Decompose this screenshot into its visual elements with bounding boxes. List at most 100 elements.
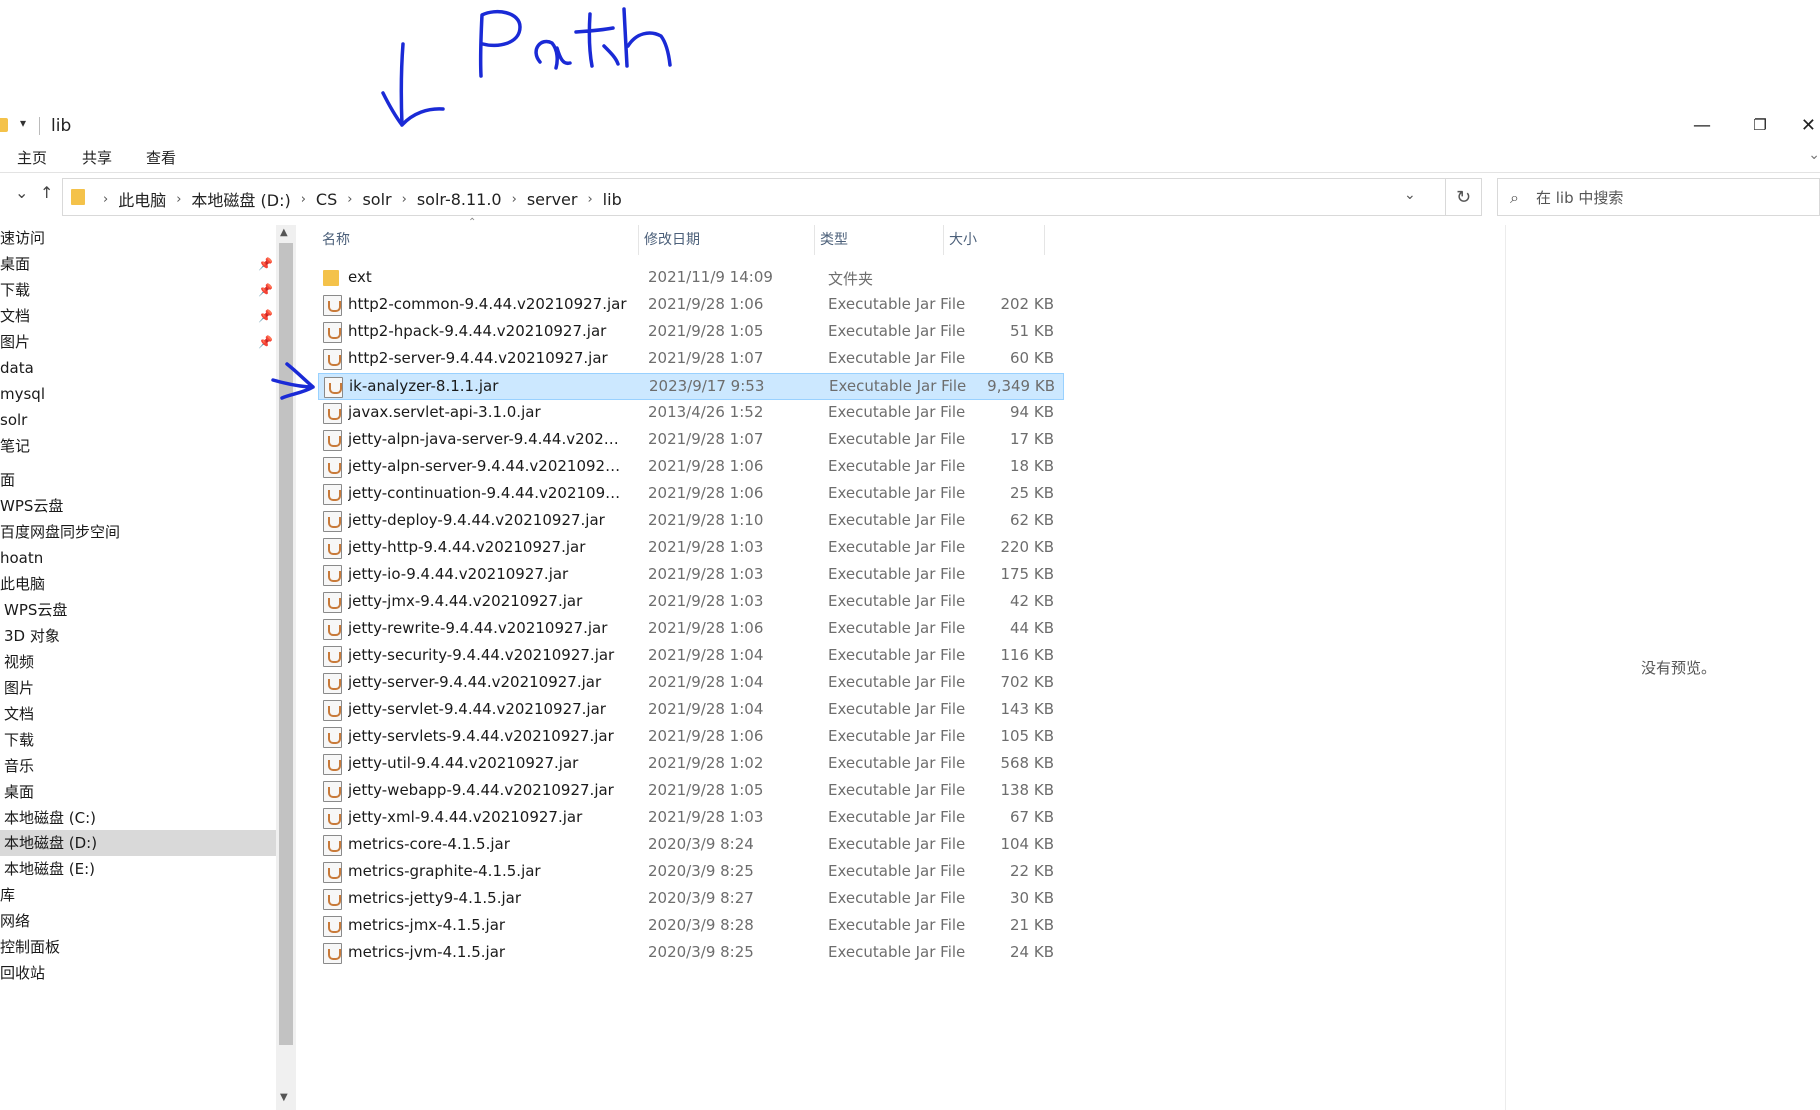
restore-button[interactable]: ❐ bbox=[1732, 105, 1788, 145]
tab-home[interactable]: 主页 bbox=[17, 147, 47, 168]
jar-file-icon bbox=[323, 565, 342, 586]
scroll-down-icon[interactable]: ▼ bbox=[280, 1092, 288, 1103]
ribbon-expand-icon[interactable]: ⌄ bbox=[1808, 147, 1820, 163]
sidebar-item[interactable]: 百度网盘同步空间 bbox=[0, 519, 276, 545]
up-arrow-icon[interactable]: ↑ bbox=[40, 183, 53, 202]
breadcrumb-item[interactable]: solr bbox=[362, 190, 391, 209]
sidebar-item[interactable]: hoatn bbox=[0, 545, 276, 571]
breadcrumb-item[interactable]: lib bbox=[603, 190, 622, 209]
file-row[interactable]: metrics-jetty9-4.1.5.jar 2020/3/9 8:27 Exe… bbox=[318, 886, 1064, 913]
tab-share[interactable]: 共享 bbox=[82, 147, 112, 168]
file-row[interactable]: jetty-xml-9.4.44.v20210927.jar 2021/9/28 … bbox=[318, 805, 1064, 832]
address-bar[interactable]: › 此电脑 › 本地磁盘 (D:) › CS › solr › solr-8.11.0 › serve… bbox=[62, 178, 1446, 216]
file-row[interactable]: jetty-jmx-9.4.44.v20210927.jar 2021/9/28 … bbox=[318, 589, 1064, 616]
scroll-thumb[interactable] bbox=[279, 243, 293, 1045]
jar-file-icon bbox=[323, 889, 342, 910]
file-row[interactable]: metrics-graphite-4.1.5.jar 2020/3/9 8:25 E… bbox=[318, 859, 1064, 886]
file-row[interactable]: jetty-deploy-9.4.44.v20210927.jar 2021/9/… bbox=[318, 508, 1064, 535]
file-size: 67 KB bbox=[1010, 808, 1054, 826]
sidebar-item[interactable]: data bbox=[0, 355, 276, 381]
sidebar-item[interactable]: 桌面 📌 bbox=[0, 251, 276, 277]
minimize-button[interactable]: — bbox=[1674, 105, 1730, 145]
sidebar-item[interactable]: 桌面 bbox=[0, 779, 276, 805]
search-box[interactable]: ⌕ bbox=[1497, 178, 1820, 216]
sidebar-item[interactable]: 3D 对象 bbox=[0, 623, 276, 649]
scroll-up-icon[interactable]: ▲ bbox=[280, 227, 288, 238]
file-row[interactable]: jetty-http-9.4.44.v20210927.jar 2021/9/28… bbox=[318, 535, 1064, 562]
sidebar-item[interactable]: 下载 bbox=[0, 727, 276, 753]
file-row[interactable]: jetty-util-9.4.44.v20210927.jar 2021/9/28… bbox=[318, 751, 1064, 778]
sidebar-item[interactable]: 图片 📌 bbox=[0, 329, 276, 355]
sidebar-item[interactable]: 视频 bbox=[0, 649, 276, 675]
file-row[interactable]: jetty-alpn-server-9.4.44.v20210927.jar 20… bbox=[318, 454, 1064, 481]
breadcrumb-item[interactable]: solr-8.11.0 bbox=[417, 190, 502, 209]
breadcrumb-separator-icon[interactable]: › bbox=[347, 192, 352, 207]
sidebar-item-label: mysql bbox=[0, 385, 45, 403]
search-input[interactable] bbox=[1536, 186, 1806, 210]
file-row[interactable]: jetty-servlet-9.4.44.v20210927.jar 2021/9… bbox=[318, 697, 1064, 724]
file-row[interactable]: metrics-core-4.1.5.jar 2020/3/9 8:24 Execu… bbox=[318, 832, 1064, 859]
sidebar-item[interactable]: 本地磁盘 (D:) bbox=[0, 830, 276, 856]
file-name: jetty-rewrite-9.4.44.v20210927.jar bbox=[348, 619, 608, 637]
file-row[interactable]: jetty-servlets-9.4.44.v20210927.jar 2021/… bbox=[318, 724, 1064, 751]
column-header-size[interactable]: 大小 bbox=[945, 225, 1045, 255]
file-date: 2020/3/9 8:25 bbox=[648, 943, 754, 961]
sidebar-item[interactable]: 库 bbox=[0, 882, 276, 908]
file-row[interactable]: jetty-server-9.4.44.v20210927.jar 2021/9/… bbox=[318, 670, 1064, 697]
breadcrumb-separator-icon[interactable]: › bbox=[176, 192, 181, 207]
file-row[interactable]: http2-common-9.4.44.v20210927.jar 2021/9/… bbox=[318, 292, 1064, 319]
file-row[interactable]: metrics-jmx-4.1.5.jar 2020/3/9 8:28 Execut… bbox=[318, 913, 1064, 940]
tab-view[interactable]: 查看 bbox=[146, 147, 176, 168]
file-row[interactable]: javax.servlet-api-3.1.0.jar 2013/4/26 1:5… bbox=[318, 400, 1064, 427]
breadcrumb-separator-icon[interactable]: › bbox=[301, 192, 306, 207]
sidebar-item-label: 下载 bbox=[4, 731, 35, 749]
breadcrumb-separator-icon[interactable]: › bbox=[587, 192, 592, 207]
close-button[interactable]: ✕ bbox=[1790, 105, 1820, 145]
address-dropdown-icon[interactable]: ⌄ bbox=[1404, 187, 1416, 203]
file-row[interactable]: ext 2021/11/9 14:09 文件夹 bbox=[318, 265, 1064, 292]
sidebar-item[interactable]: 回收站 bbox=[0, 960, 276, 986]
sidebar-item[interactable]: 速访问 bbox=[0, 225, 276, 251]
sidebar-item[interactable]: 面 bbox=[0, 467, 276, 493]
sidebar-item[interactable]: 文档 bbox=[0, 701, 276, 727]
file-row[interactable]: jetty-security-9.4.44.v20210927.jar 2021/… bbox=[318, 643, 1064, 670]
sidebar-item[interactable]: 此电脑 bbox=[0, 571, 276, 597]
sidebar-item[interactable]: 控制面板 bbox=[0, 934, 276, 960]
sidebar-item[interactable]: 音乐 bbox=[0, 753, 276, 779]
breadcrumb-separator-icon[interactable]: › bbox=[402, 192, 407, 207]
sidebar-item[interactable]: 笔记 bbox=[0, 433, 276, 459]
sidebar-item[interactable]: 本地磁盘 (E:) bbox=[0, 856, 276, 882]
file-row[interactable]: http2-hpack-9.4.44.v20210927.jar 2021/9/2… bbox=[318, 319, 1064, 346]
sidebar-item[interactable]: WPS云盘 bbox=[0, 493, 276, 519]
sidebar-item[interactable]: 下载 📌 bbox=[0, 277, 276, 303]
sidebar-item[interactable]: 本地磁盘 (C:) bbox=[0, 805, 276, 831]
breadcrumb-item[interactable]: CS bbox=[316, 190, 337, 209]
sidebar-item[interactable]: 文档 📌 bbox=[0, 303, 276, 329]
quick-access-dropdown[interactable]: ▾ bbox=[20, 116, 26, 130]
sidebar-item[interactable]: 网络 bbox=[0, 908, 276, 934]
breadcrumb-separator-icon[interactable]: › bbox=[512, 192, 517, 207]
column-header-type[interactable]: 类型 bbox=[816, 225, 944, 255]
file-row[interactable]: jetty-rewrite-9.4.44.v20210927.jar 2021/9… bbox=[318, 616, 1064, 643]
file-row[interactable]: jetty-alpn-java-server-9.4.44.v20210... 2… bbox=[318, 427, 1064, 454]
file-row[interactable]: http2-server-9.4.44.v20210927.jar 2021/9/… bbox=[318, 346, 1064, 373]
sidebar-item[interactable]: mysql bbox=[0, 381, 276, 407]
column-header-name[interactable]: 名称 bbox=[318, 225, 639, 255]
sidebar-item-label: 面 bbox=[0, 471, 16, 489]
recent-locations-icon[interactable]: ⌄ bbox=[15, 183, 28, 202]
breadcrumb-item[interactable]: 此电脑 bbox=[118, 187, 166, 211]
file-row[interactable]: metrics-jvm-4.1.5.jar 2020/3/9 8:25 Execut… bbox=[318, 940, 1064, 967]
sidebar-item[interactable]: WPS云盘 bbox=[0, 597, 276, 623]
file-row[interactable]: ik-analyzer-8.1.1.jar 2023/9/17 9:53 Execu… bbox=[318, 373, 1064, 400]
nav-scrollbar[interactable]: ▲ ▼ bbox=[276, 225, 296, 1110]
refresh-button[interactable]: ↻ bbox=[1446, 178, 1482, 216]
breadcrumb-item[interactable]: server bbox=[527, 190, 578, 209]
breadcrumb-item[interactable]: 本地磁盘 (D:) bbox=[191, 187, 290, 211]
file-row[interactable]: jetty-continuation-9.4.44.v20210927.... 2… bbox=[318, 481, 1064, 508]
file-row[interactable]: jetty-io-9.4.44.v20210927.jar 2021/9/28 1… bbox=[318, 562, 1064, 589]
sidebar-item[interactable]: 图片 bbox=[0, 675, 276, 701]
column-header-date[interactable]: 修改日期 bbox=[640, 225, 815, 255]
breadcrumb-separator-icon[interactable]: › bbox=[103, 192, 108, 207]
sidebar-item[interactable]: solr bbox=[0, 407, 276, 433]
file-row[interactable]: jetty-webapp-9.4.44.v20210927.jar 2021/9/… bbox=[318, 778, 1064, 805]
